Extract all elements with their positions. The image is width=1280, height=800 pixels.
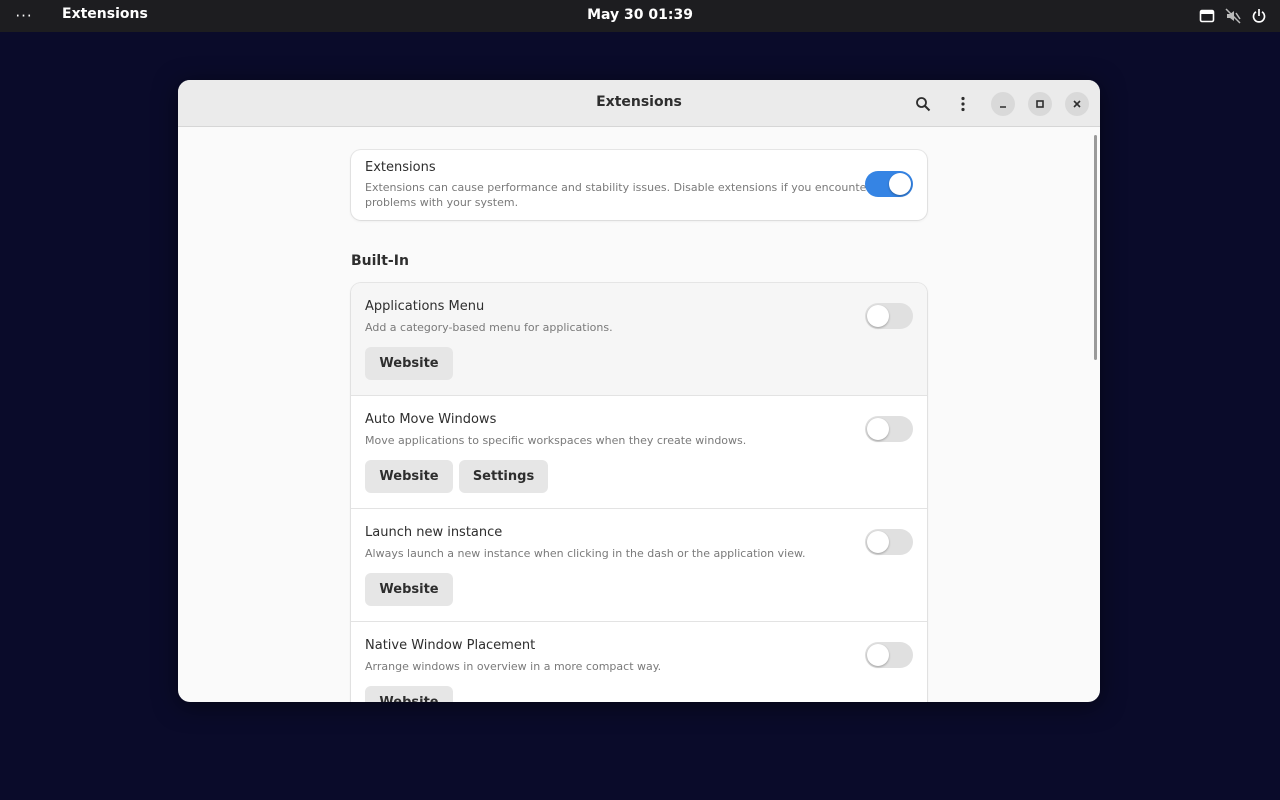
search-icon (916, 97, 931, 112)
extension-subtitle: Arrange windows in overview in a more co… (365, 660, 662, 673)
power-icon[interactable] (1250, 7, 1268, 25)
switch-knob (867, 305, 889, 327)
section-title-built-in: Built-In (351, 253, 409, 269)
switch-knob (867, 644, 889, 666)
switch-knob (867, 531, 889, 553)
switch-knob (867, 418, 889, 440)
extension-row-launch-new-instance[interactable]: Launch new instance Always launch a new … (351, 509, 927, 622)
minimize-button[interactable] (991, 92, 1015, 116)
built-in-extensions-list: Applications Menu Add a category-based m… (351, 283, 927, 702)
extension-row-auto-move-windows[interactable]: Auto Move Windows Move applications to s… (351, 396, 927, 509)
search-button[interactable] (909, 90, 937, 118)
master-subtitle-line1: Extensions can cause performance and sta… (365, 181, 871, 194)
header-bar[interactable]: Extensions (178, 80, 1100, 127)
extension-switch[interactable] (865, 303, 913, 329)
maximize-icon (1036, 100, 1044, 108)
mute-icon[interactable] (1224, 7, 1242, 25)
extensions-window: Extensions Extensions Extensions can cau… (178, 80, 1100, 702)
extension-switch[interactable] (865, 642, 913, 668)
website-button[interactable]: Website (365, 686, 453, 702)
extension-title: Applications Menu (365, 299, 485, 314)
main-menu-button[interactable] (949, 90, 977, 118)
scrollbar[interactable] (1094, 135, 1097, 360)
switch-knob (889, 173, 911, 195)
website-button[interactable]: Website (365, 573, 453, 606)
extension-title: Launch new instance (365, 525, 503, 540)
master-subtitle-line2: problems with your system. (365, 196, 519, 209)
top-bar: ··· Extensions May 30 01:39 (0, 0, 1280, 32)
website-button[interactable]: Website (365, 347, 453, 380)
clock: May 30 01:39 (0, 7, 1280, 23)
system-tray[interactable] (1198, 6, 1268, 26)
extension-subtitle: Move applications to specific workspaces… (365, 434, 747, 447)
master-title: Extensions (365, 160, 436, 175)
activities-button[interactable]: ··· (8, 4, 40, 28)
extension-row-native-window-placement[interactable]: Native Window Placement Arrange windows … (351, 622, 927, 702)
settings-button[interactable]: Settings (459, 460, 548, 493)
extension-row-applications-menu[interactable]: Applications Menu Add a category-based m… (351, 283, 927, 396)
extensions-master-row: Extensions Extensions can cause performa… (351, 150, 927, 220)
minimize-icon (1000, 106, 1006, 108)
extension-switch[interactable] (865, 529, 913, 555)
content-scroll-area[interactable]: Extensions Extensions can cause performa… (178, 127, 1100, 702)
extension-subtitle: Add a category-based menu for applicatio… (365, 321, 613, 334)
screen-icon[interactable] (1198, 7, 1216, 25)
extension-subtitle: Always launch a new instance when clicki… (365, 547, 806, 560)
close-button[interactable] (1065, 92, 1089, 116)
menu-icon (961, 96, 965, 112)
master-subtitle: Extensions can cause performance and sta… (365, 180, 871, 210)
clock-label[interactable]: May 30 01:39 (587, 7, 693, 23)
extension-switch[interactable] (865, 416, 913, 442)
extension-title: Native Window Placement (365, 638, 536, 653)
website-button[interactable]: Website (365, 460, 453, 493)
maximize-button[interactable] (1028, 92, 1052, 116)
extensions-master-switch[interactable] (865, 171, 913, 197)
extension-title: Auto Move Windows (365, 412, 497, 427)
app-menu[interactable]: Extensions (62, 6, 148, 22)
close-icon (1073, 100, 1081, 108)
